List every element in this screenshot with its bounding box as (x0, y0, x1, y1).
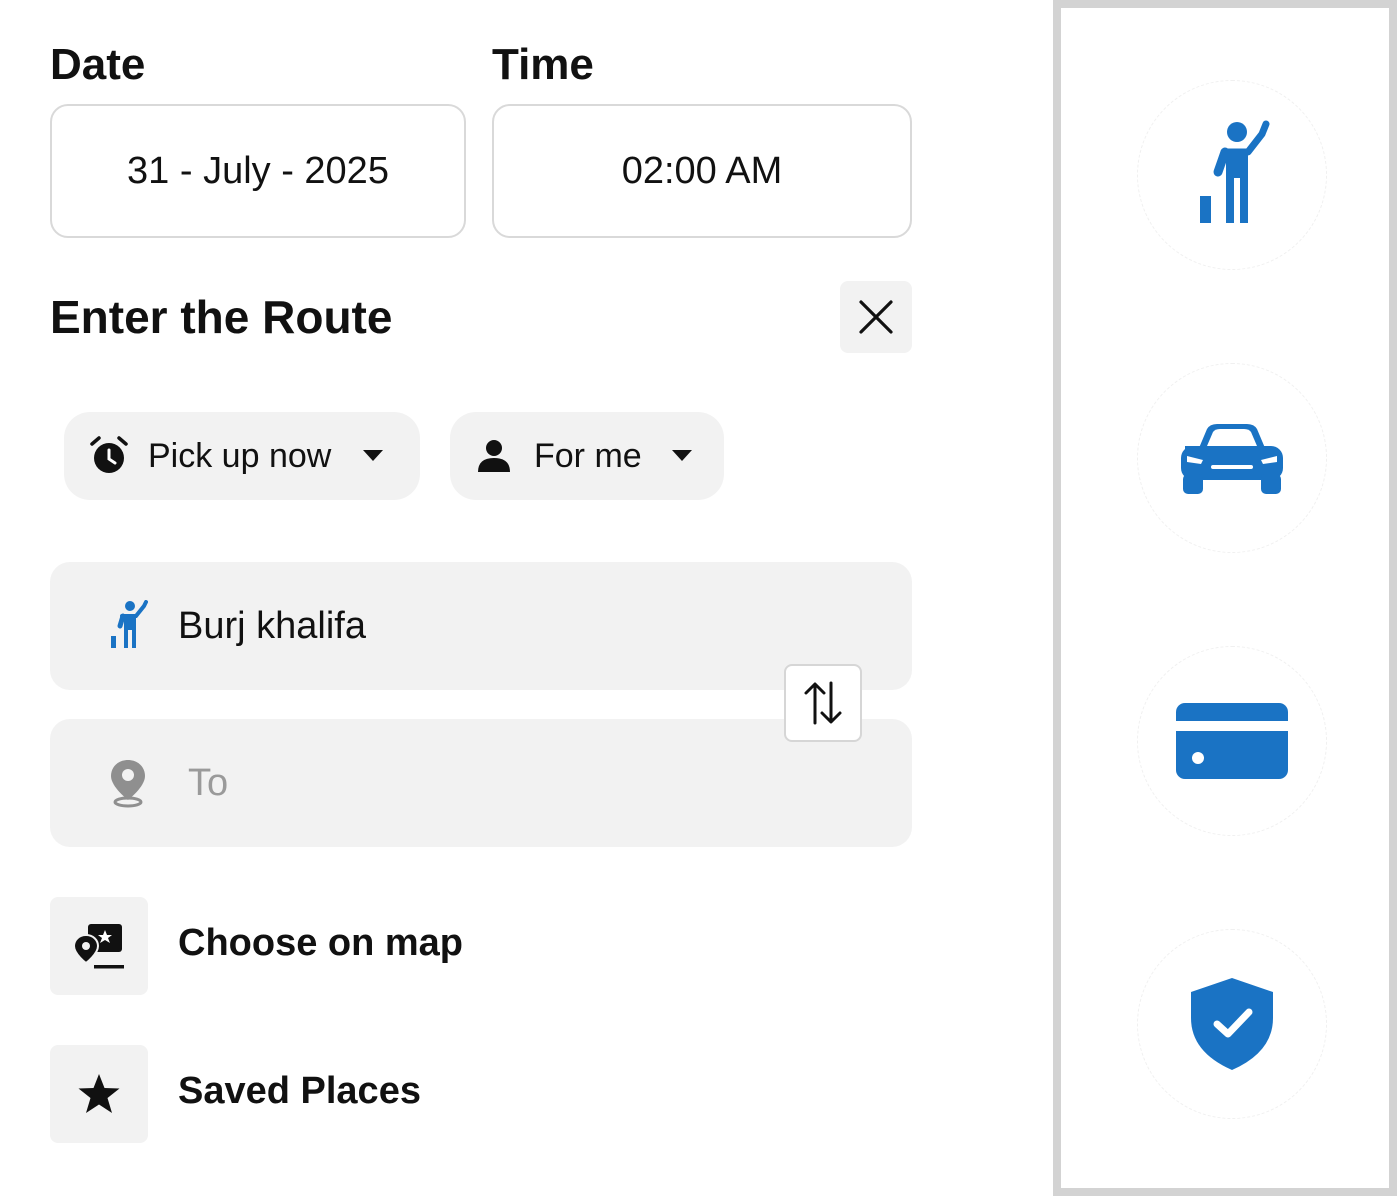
close-button[interactable] (840, 281, 912, 353)
choose-on-map-label[interactable]: Choose on map (178, 922, 463, 965)
to-input[interactable]: To (50, 719, 912, 847)
chevron-down-icon (363, 450, 384, 461)
map-pin-star-icon (72, 924, 124, 969)
route-title: Enter the Route (50, 291, 393, 343)
to-placeholder: To (188, 761, 229, 804)
date-label: Date (50, 40, 146, 89)
car-icon (1181, 424, 1283, 494)
pickup-label: Pick up now (148, 436, 332, 475)
step-payment[interactable] (1137, 646, 1327, 836)
booking-steps-panel (1053, 0, 1397, 1196)
chevron-down-icon (671, 450, 692, 461)
choose-on-map-button[interactable] (50, 897, 148, 995)
time-value: 02:00 AM (621, 149, 783, 192)
step-pickup[interactable] (1137, 80, 1327, 270)
date-value: 31 - July - 2025 (127, 149, 389, 192)
alarm-clock-icon (90, 436, 128, 473)
time-field[interactable]: 02:00 AM (492, 104, 912, 238)
date-field[interactable]: 31 - July - 2025 (50, 104, 466, 238)
person-icon (478, 440, 510, 472)
close-icon (859, 300, 893, 334)
person-waving-icon (111, 600, 148, 648)
person-waving-icon (1200, 120, 1270, 223)
time-label: Time (492, 40, 594, 89)
location-pin-icon (111, 760, 145, 808)
star-icon (78, 1074, 120, 1113)
shield-check-icon (1191, 978, 1273, 1070)
swap-vertical-icon (804, 681, 842, 725)
for-whom-label: For me (534, 436, 642, 475)
swap-route-button[interactable] (784, 664, 862, 742)
step-confirm[interactable] (1137, 929, 1327, 1119)
step-vehicle[interactable] (1137, 363, 1327, 553)
from-input[interactable]: Burj khalifa (50, 562, 912, 690)
saved-places-button[interactable] (50, 1045, 148, 1143)
saved-places-label[interactable]: Saved Places (178, 1070, 421, 1113)
credit-card-icon (1176, 703, 1288, 779)
from-value: Burj khalifa (178, 604, 366, 647)
passenger-dropdown[interactable]: For me (450, 412, 724, 500)
pickup-time-dropdown[interactable]: Pick up now (64, 412, 420, 500)
